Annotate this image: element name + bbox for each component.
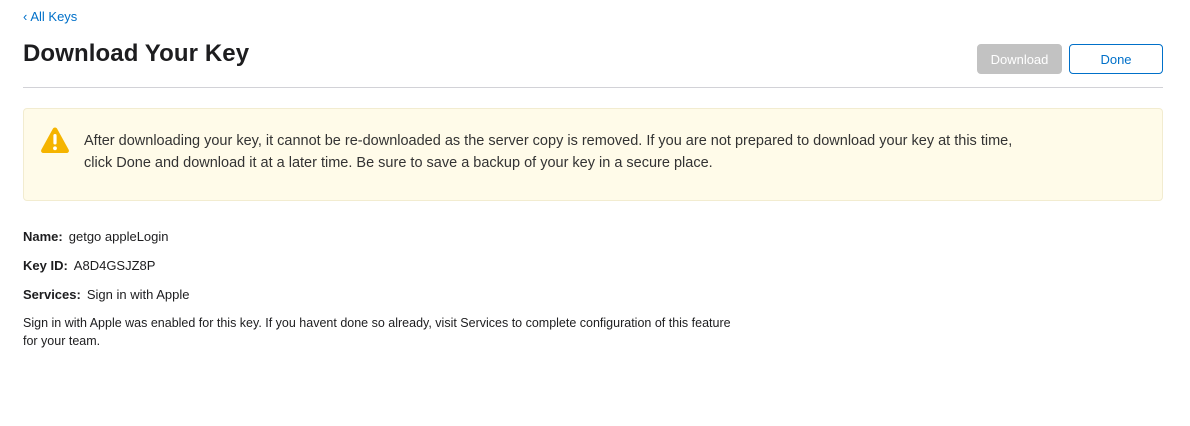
key-services-row: Services: Sign in with Apple	[23, 287, 189, 302]
key-services-value: Sign in with Apple	[86, 287, 190, 302]
key-id-value: A8D4GSJZ8P	[73, 258, 156, 273]
header-divider	[23, 87, 1163, 88]
chevron-left-icon: ‹	[23, 9, 28, 24]
download-button[interactable]: Download	[977, 44, 1062, 74]
key-name-value: getgo appleLogin	[68, 229, 169, 244]
warning-message: After downloading your key, it cannot be…	[84, 133, 1013, 171]
key-name-label: Name:	[23, 229, 63, 244]
done-button[interactable]: Done	[1069, 44, 1163, 74]
page-title: Download Your Key	[23, 40, 250, 67]
warning-triangle-icon	[41, 127, 69, 153]
services-note: Sign in with Apple was enabled for this …	[23, 316, 731, 348]
page: ‹ All Keys Download Your Key Download Don…	[0, 0, 1190, 426]
key-services-label: Services:	[23, 287, 81, 302]
warning-banner: After downloading your key, it cannot be…	[23, 108, 1163, 201]
back-link-label: All Keys	[30, 9, 78, 24]
key-id-label: Key ID:	[23, 258, 68, 273]
key-name-row: Name: getgo appleLogin	[23, 229, 169, 244]
back-to-all-keys-link[interactable]: ‹ All Keys	[23, 9, 77, 24]
key-id-row: Key ID: A8D4GSJZ8P	[23, 258, 155, 273]
